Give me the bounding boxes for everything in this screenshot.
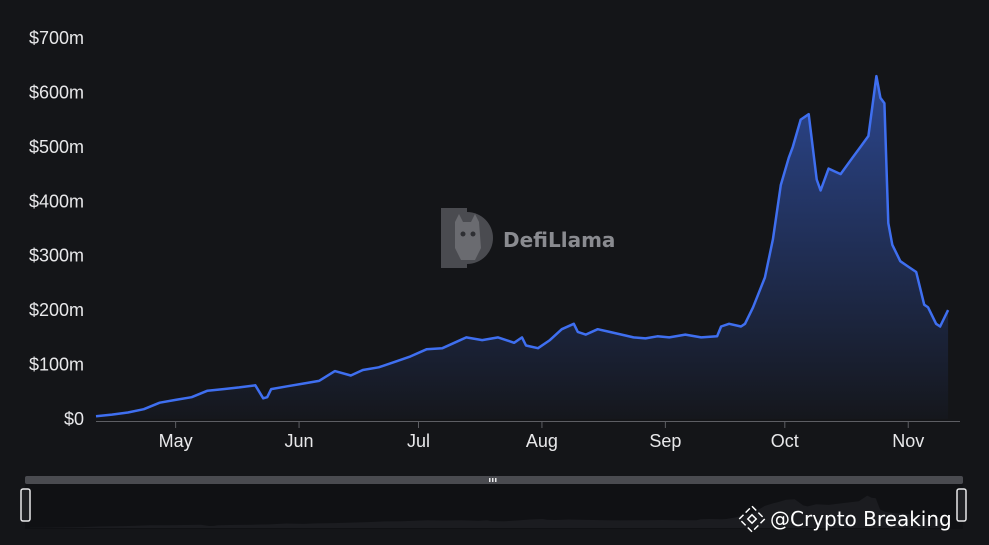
navigator-right-handle[interactable] (956, 488, 967, 522)
x-tick-label: Oct (771, 431, 799, 451)
y-axis: $0 $100m $200m $300m $400m $500m $600m $700m (29, 28, 84, 429)
y-tick-label: $600m (29, 82, 84, 102)
watermark-text: DefiLlama (503, 228, 615, 252)
y-tick-label: $500m (29, 137, 84, 157)
x-axis: May Jun Jul Aug Sep Oct Nov (159, 422, 924, 451)
y-tick-label: $400m (29, 191, 84, 211)
y-tick-label: $700m (29, 28, 84, 48)
defillama-watermark: DefiLlama (441, 208, 615, 268)
navigator-track[interactable] (25, 476, 963, 484)
x-tick-label: Aug (526, 431, 558, 451)
y-tick-label: $200m (29, 300, 84, 320)
y-tick-label: $0 (64, 409, 84, 429)
tvl-area-chart: $0 $100m $200m $300m $400m $500m $600m $700m Ma… (20, 28, 967, 533)
y-tick-label: $100m (29, 355, 84, 375)
x-tick-label: Nov (892, 431, 924, 451)
x-tick-label: Sep (649, 431, 681, 451)
navigator-grip-icon[interactable] (489, 478, 497, 482)
credit-text: @Crypto Breaking (770, 507, 952, 531)
navigator-left-handle[interactable] (20, 488, 31, 522)
source-credit: @Crypto Breaking (738, 505, 952, 533)
x-tick-label: Jul (407, 431, 430, 451)
x-tick-label: Jun (285, 431, 314, 451)
y-tick-label: $300m (29, 246, 84, 266)
x-tick-label: May (159, 431, 193, 451)
llama-logo-icon (441, 208, 493, 268)
